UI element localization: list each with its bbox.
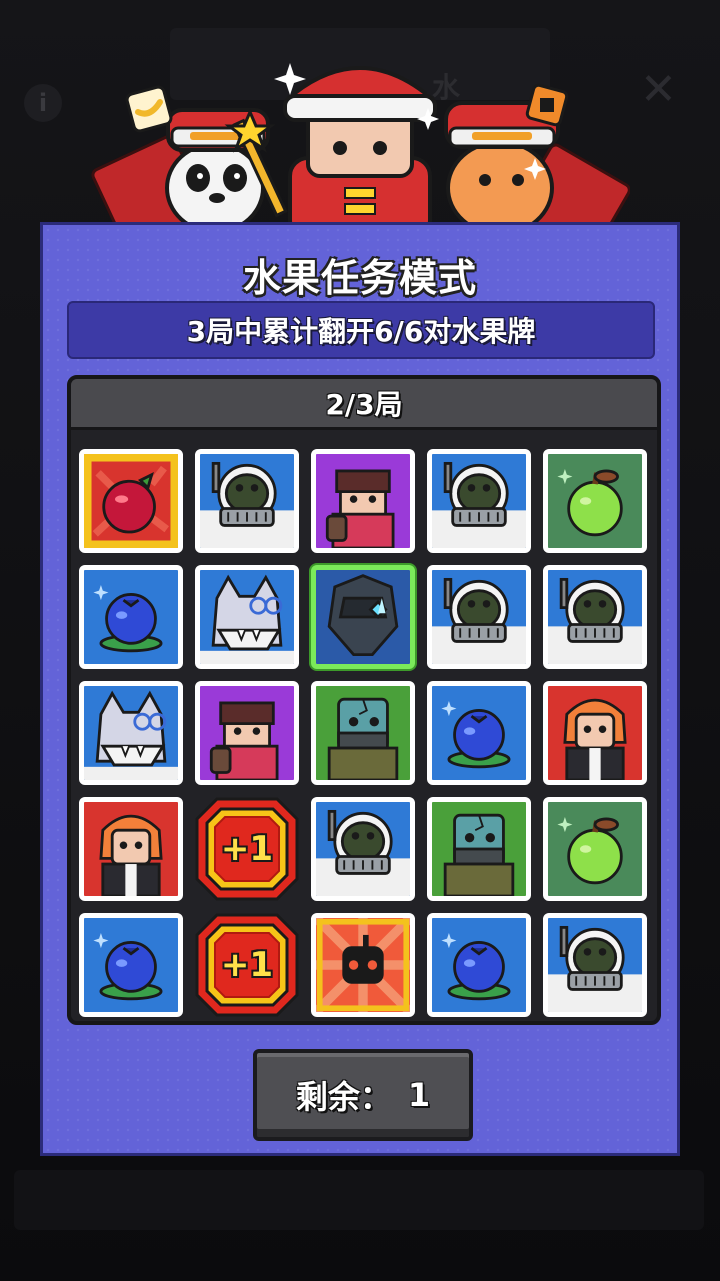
card-blueberry[interactable] <box>79 565 183 669</box>
pomegranate-icon <box>84 454 178 548</box>
astronaut-icon <box>316 802 410 896</box>
card-crystal-armor[interactable] <box>311 565 415 669</box>
mission-goal-bar: 3局中累计翻开6/6对水果牌 <box>67 301 655 359</box>
round-header: 2/3局 <box>71 379 657 430</box>
card-redhead[interactable] <box>79 797 183 901</box>
gift-sticker <box>525 83 569 127</box>
blueberry-icon <box>432 918 526 1012</box>
apple-icon <box>548 454 642 548</box>
card-astronaut[interactable] <box>195 449 299 553</box>
fruit-mission-panel: 水果任务模式 3局中累计翻开6/6对水果牌 2/3局 +1 +1 剩余： 1 <box>40 222 680 1156</box>
astronaut-icon <box>200 454 294 548</box>
background-bottom-strip <box>14 1170 704 1230</box>
crystal-armor-icon <box>316 570 410 664</box>
zombie-icon <box>432 802 526 896</box>
card-plus-one[interactable]: +1 <box>195 797 299 901</box>
hero-banner <box>91 63 630 228</box>
card-blueberry[interactable] <box>427 681 531 785</box>
wolf-icon <box>200 570 294 664</box>
card-astronaut[interactable] <box>427 565 531 669</box>
bonus-plus-one-label: +1 <box>220 829 274 869</box>
astronaut-icon <box>548 918 642 1012</box>
card-plus-one[interactable]: +1 <box>195 913 299 1017</box>
card-board: 2/3局 +1 +1 <box>67 375 661 1025</box>
card-redhead[interactable] <box>543 681 647 785</box>
girl-icon <box>200 686 294 780</box>
card-blueberry[interactable] <box>427 913 531 1017</box>
card-apple[interactable] <box>543 449 647 553</box>
card-wolf[interactable] <box>79 681 183 785</box>
card-girl[interactable] <box>195 681 299 785</box>
mission-goal-text: 3局中累计翻开6/6对水果牌 <box>186 315 536 348</box>
card-grid: +1 +1 <box>79 449 653 1017</box>
info-icon: i <box>24 84 62 122</box>
astronaut-icon <box>432 454 526 548</box>
close-icon: ✕ <box>640 64 677 115</box>
panel-title: 水果任务模式 <box>242 256 477 300</box>
remaining-button[interactable]: 剩余： 1 <box>253 1049 473 1141</box>
wolf-icon <box>84 686 178 780</box>
remaining-value: 1 <box>407 1076 431 1114</box>
zombie-icon <box>316 686 410 780</box>
bonus-plus-one-label: +1 <box>220 945 274 985</box>
card-bomb-robot[interactable] <box>311 913 415 1017</box>
remaining-label: 剩余： <box>295 1078 392 1116</box>
banana-sticker <box>125 85 173 133</box>
card-girl[interactable] <box>311 449 415 553</box>
blueberry-icon <box>432 686 526 780</box>
girl-icon <box>316 454 410 548</box>
card-wolf[interactable] <box>195 565 299 669</box>
apple-icon <box>548 802 642 896</box>
redhead-icon <box>548 686 642 780</box>
card-zombie[interactable] <box>311 681 415 785</box>
santa-character <box>283 66 437 228</box>
card-zombie[interactable] <box>427 797 531 901</box>
bomb-robot-icon <box>316 918 410 1012</box>
card-astronaut[interactable] <box>543 565 647 669</box>
blueberry-icon <box>84 570 178 664</box>
card-pomegranate[interactable] <box>79 449 183 553</box>
redhead-icon <box>84 802 178 896</box>
card-astronaut[interactable] <box>543 913 647 1017</box>
card-apple[interactable] <box>543 797 647 901</box>
blueberry-icon <box>84 918 178 1012</box>
card-astronaut[interactable] <box>311 797 415 901</box>
card-astronaut[interactable] <box>427 449 531 553</box>
round-label: 2/3局 <box>325 388 403 421</box>
card-blueberry[interactable] <box>79 913 183 1017</box>
astronaut-icon <box>432 570 526 664</box>
astronaut-icon <box>548 570 642 664</box>
